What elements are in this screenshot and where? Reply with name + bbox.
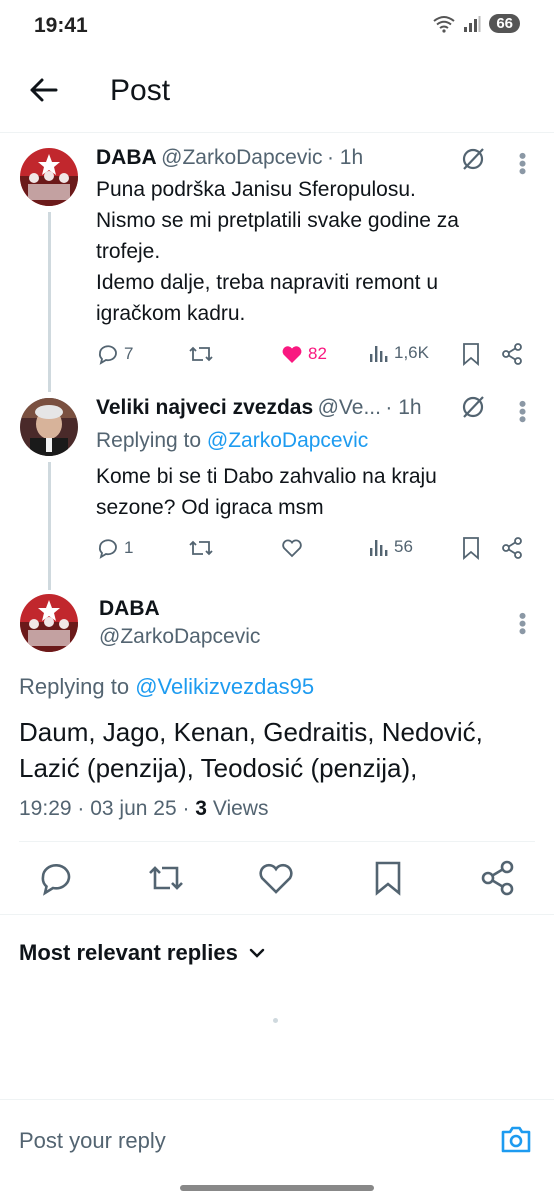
tweet-header: Veliki najveci zvezdas @Ve... · 1h xyxy=(96,396,422,420)
gesture-nav-bar[interactable] xyxy=(180,1185,374,1191)
heart-icon[interactable] xyxy=(280,536,304,560)
bookmark-icon[interactable] xyxy=(460,342,482,366)
author-handle[interactable]: @ZarkoDapcevic xyxy=(99,625,260,649)
views-icon xyxy=(370,540,388,556)
bookmark-icon[interactable] xyxy=(368,858,408,898)
views-label: Views xyxy=(212,797,269,820)
reply-input[interactable]: Post your reply xyxy=(19,1128,166,1154)
repost-icon[interactable] xyxy=(146,858,186,898)
status-icons: 66 xyxy=(433,14,520,33)
back-arrow-icon[interactable] xyxy=(26,72,62,108)
repost-icon[interactable] xyxy=(188,342,214,366)
post-timestamp: 19:29 · 03 jun 25 · xyxy=(19,797,190,820)
tweet-line: sezone? Od igraca msm xyxy=(96,496,324,519)
tweet-header: DABA @ZarkoDapcevic · 1h xyxy=(96,146,363,170)
more-options-icon[interactable]: ••• xyxy=(510,152,535,175)
repost-icon[interactable] xyxy=(188,536,214,560)
grok-icon[interactable] xyxy=(460,394,486,420)
replying-prefix: Replying to xyxy=(19,674,130,699)
replying-prefix: Replying to xyxy=(96,429,202,452)
wifi-icon xyxy=(433,15,455,33)
avatar[interactable] xyxy=(20,398,78,456)
reply-button[interactable]: 1 xyxy=(96,536,133,560)
author-name[interactable]: DABA xyxy=(99,597,160,621)
loading-indicator xyxy=(273,1018,278,1023)
heart-filled-icon xyxy=(282,346,302,363)
avatar-image xyxy=(20,398,78,456)
share-icon[interactable] xyxy=(500,342,524,366)
post-time: · 1h xyxy=(385,396,422,419)
tweet-line: Puna podrška Janisu Sferopulosu. xyxy=(96,178,416,201)
reply-count: 1 xyxy=(124,538,134,557)
bookmark-icon[interactable] xyxy=(460,536,482,560)
tweet-text: Kome bi se ti Dabo zahvalio na kraju sez… xyxy=(96,461,526,523)
sort-dropdown[interactable]: Most relevant replies xyxy=(19,940,266,966)
tweet-line: Idemo dalje, treba napraviti remont u xyxy=(96,271,439,294)
tweet-line: trofeje. xyxy=(96,240,161,263)
post-time: · 1h xyxy=(326,146,364,169)
camera-icon[interactable] xyxy=(500,1124,532,1154)
share-icon[interactable] xyxy=(500,536,524,560)
tweet-line: igračkom kadru. xyxy=(96,302,246,325)
tweet-line: Nismo se mi pretplatili svake godine za xyxy=(96,209,459,232)
reply-button[interactable]: 7 xyxy=(96,342,133,366)
grok-icon[interactable] xyxy=(460,146,486,172)
sort-label: Most relevant replies xyxy=(19,940,238,965)
chevron-down-icon xyxy=(249,948,265,958)
views-count: 1,6K xyxy=(394,343,429,362)
replying-to-link[interactable]: @Velikizvezdas95 xyxy=(135,674,314,699)
views-button[interactable]: 56 xyxy=(368,536,413,558)
more-options-icon[interactable]: ••• xyxy=(510,400,535,423)
reply-icon xyxy=(98,345,117,365)
avatar-image xyxy=(20,594,78,652)
avatar[interactable] xyxy=(20,148,78,206)
reply-icon xyxy=(98,539,117,559)
post-line: Daum, Jago, Kenan, Gedraitis, Nedović, xyxy=(19,717,483,747)
author-handle[interactable]: @ZarkoDapcevic xyxy=(161,146,322,169)
main-post-text: Daum, Jago, Kenan, Gedraitis, Nedović, L… xyxy=(19,714,539,786)
post-meta: 19:29 · 03 jun 25 · 3 Views xyxy=(19,797,268,821)
views-count: 3 xyxy=(195,797,207,820)
battery-indicator: 66 xyxy=(489,14,520,33)
like-button[interactable]: 82 xyxy=(280,342,327,366)
reply-icon[interactable] xyxy=(36,858,76,898)
signal-icon xyxy=(464,15,481,32)
thread-line xyxy=(48,462,51,590)
author-name[interactable]: Veliki najveci zvezdas xyxy=(96,396,313,419)
page-title: Post xyxy=(110,74,171,107)
views-icon xyxy=(370,346,388,362)
post-line: Lazić (penzija), Teodosić (penzija), xyxy=(19,753,418,783)
replying-to: Replying to @Velikizvezdas95 xyxy=(19,674,314,700)
thread-line xyxy=(48,212,51,392)
heart-icon[interactable] xyxy=(256,858,296,898)
avatar[interactable] xyxy=(20,594,78,652)
views-count: 56 xyxy=(394,537,413,556)
more-options-icon[interactable]: ••• xyxy=(510,612,535,635)
reply-count: 7 xyxy=(124,344,134,363)
avatar-image xyxy=(20,148,78,206)
views-button[interactable]: 1,6K xyxy=(368,342,429,364)
status-time: 19:41 xyxy=(34,14,88,37)
tweet-text: Puna podrška Janisu Sferopulosu. Nismo s… xyxy=(96,174,526,329)
divider xyxy=(0,1099,554,1100)
author-handle[interactable]: @Ve... xyxy=(318,396,381,419)
divider xyxy=(0,914,554,915)
author-name[interactable]: DABA xyxy=(96,146,157,169)
like-count: 82 xyxy=(308,344,327,363)
share-icon[interactable] xyxy=(478,858,518,898)
divider xyxy=(19,841,535,842)
header-divider xyxy=(0,132,554,133)
replying-to-link[interactable]: @ZarkoDapcevic xyxy=(207,429,368,452)
replying-to: Replying to @ZarkoDapcevic xyxy=(96,429,368,453)
tweet-line: Kome bi se ti Dabo zahvalio na kraju xyxy=(96,465,437,488)
